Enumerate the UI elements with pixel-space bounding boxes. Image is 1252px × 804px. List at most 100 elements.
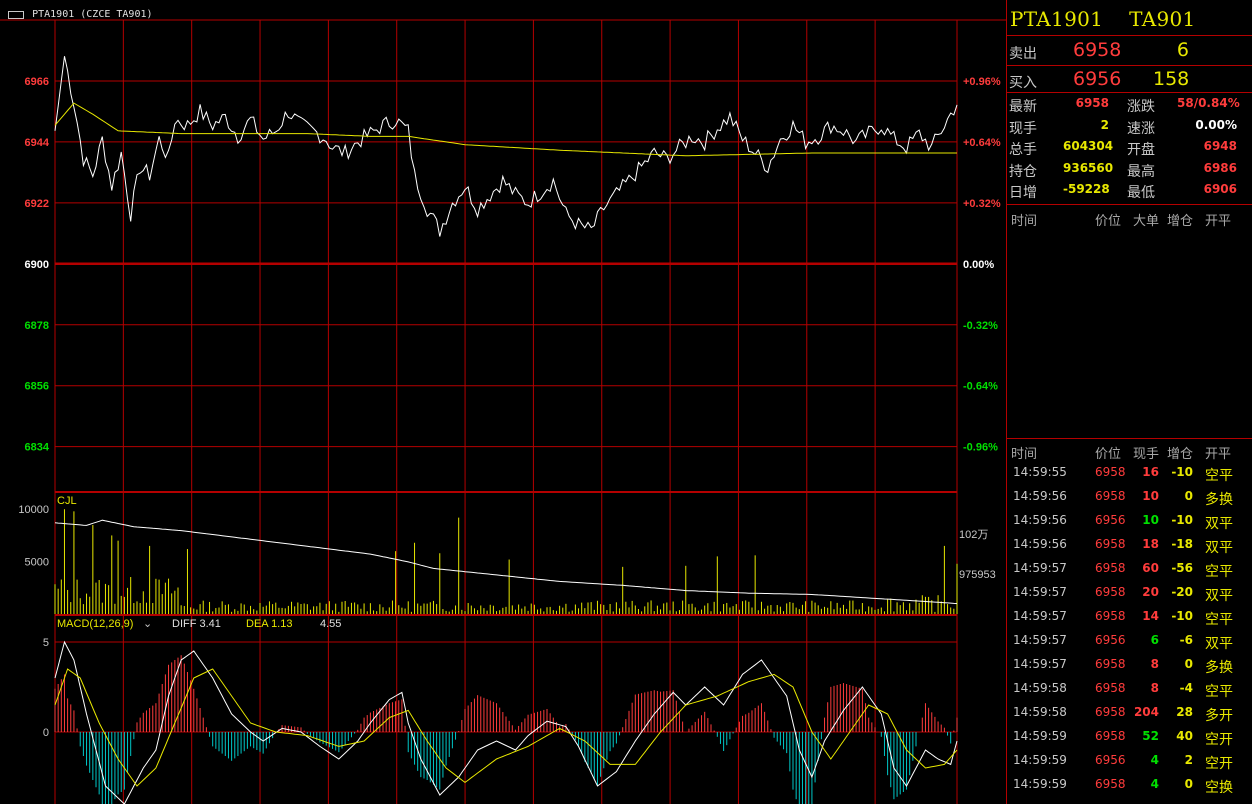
tick-price: 6956: [1095, 513, 1126, 527]
tick-price: 6958: [1095, 609, 1126, 623]
tick-oi-change: -10: [1171, 513, 1193, 527]
tick-volume: 60: [1142, 561, 1159, 575]
stat-label: 开盘: [1127, 142, 1155, 158]
tick-type: 空平: [1205, 468, 1233, 484]
ask-volume: 6: [1176, 39, 1189, 61]
tick-time: 14:59:57: [1013, 561, 1067, 575]
column-header: 大单: [1133, 214, 1160, 229]
tick-volume: 10: [1142, 513, 1159, 527]
tick-row: 14:59:56 6958 10 0 多换: [1007, 485, 1252, 509]
tick-oi-change: -20: [1171, 585, 1193, 599]
stat-label: 日增: [1009, 185, 1037, 201]
tick-oi-change: 28: [1176, 705, 1193, 719]
column-header: 价位: [1095, 447, 1122, 462]
tick-price: 6958: [1095, 489, 1126, 503]
tick-time: 14:59:55: [1013, 465, 1067, 479]
bid-price: 6956: [1073, 68, 1122, 90]
tick-volume: 52: [1142, 729, 1159, 743]
oi-max-label: 102万: [959, 529, 988, 541]
tick-oi-change: -4: [1179, 681, 1193, 695]
tick-type: 双平: [1205, 636, 1233, 652]
ask-price: 6958: [1073, 39, 1122, 61]
tick-oi-change: -10: [1171, 609, 1193, 623]
tick-row: 14:59:57 6958 60 -56 空平: [1007, 557, 1252, 581]
tick-volume: 8: [1150, 657, 1159, 671]
tick-header: 时间 价位 现手 增仓 开平: [1007, 443, 1252, 462]
tick-time: 14:59:57: [1013, 657, 1067, 671]
percent-tick-label: -0.96%: [963, 442, 998, 454]
tick-volume: 4: [1150, 777, 1159, 791]
column-header: 现手: [1133, 447, 1160, 462]
quote-title: PTA1901 TA901: [1010, 7, 1196, 31]
chart-window-icon[interactable]: [8, 10, 24, 19]
tick-price: 6958: [1095, 705, 1126, 719]
tick-oi-change: -6: [1179, 633, 1193, 647]
price-tick-label: 6922: [25, 198, 49, 210]
tick-price: 6958: [1095, 729, 1126, 743]
tick-type: 双平: [1205, 516, 1233, 532]
macd-tick-label: 5: [43, 637, 49, 649]
quote-code2: TA901: [1129, 7, 1196, 31]
tick-price: 6958: [1095, 777, 1126, 791]
price-tick-label: 6834: [25, 442, 50, 454]
column-header: 价位: [1095, 214, 1122, 229]
price-tick-label: 6944: [25, 137, 50, 149]
average-price-line: [54, 102, 957, 157]
stat-label: 总手: [1009, 142, 1037, 158]
column-header: 增仓: [1167, 447, 1194, 462]
tick-row: 14:59:58 6958 8 -4 空平: [1007, 677, 1252, 701]
tick-row: 14:59:58 6958 204 28 多开: [1007, 701, 1252, 725]
stat-label: 最高: [1127, 163, 1155, 180]
tick-volume: 18: [1142, 537, 1159, 551]
tick-oi-change: 0: [1184, 489, 1193, 503]
column-header: 增仓: [1167, 214, 1194, 229]
tick-list[interactable]: 14:59:55 6958 16 -10 空平 14:59:56 6958 10 0 多换 14:5…: [1007, 461, 1252, 804]
tick-price: 6956: [1095, 633, 1126, 647]
chart-title: PTA1901 (CZCE TA901): [32, 9, 153, 20]
column-header: 时间: [1011, 214, 1038, 229]
tick-price: 6958: [1095, 561, 1126, 575]
stat-label: 速涨: [1127, 120, 1155, 137]
tick-type: 空开: [1205, 756, 1233, 772]
tick-time: 14:59:56: [1013, 489, 1067, 503]
diff-label: DIFF 3.41: [172, 618, 221, 630]
percent-tick-label: +0.32%: [963, 198, 1001, 210]
chart-header: PTA1901 (CZCE TA901): [8, 4, 153, 20]
percent-tick-label: +0.64%: [963, 137, 1001, 149]
ask-row[interactable]: 卖出 6958 6: [1007, 37, 1252, 65]
tick-row: 14:59:57 6958 8 0 多换: [1007, 653, 1252, 677]
column-header: 开平: [1205, 447, 1232, 462]
tick-time: 14:59:59: [1013, 753, 1067, 767]
column-header: 开平: [1205, 214, 1232, 229]
macd-value-label: 4.55: [320, 618, 341, 630]
tick-row: 14:59:56 6956 10 -10 双平: [1007, 509, 1252, 533]
tick-price: 6958: [1095, 657, 1126, 671]
bid-row[interactable]: 买入 6956 158: [1007, 66, 1252, 94]
tick-time: 14:59:57: [1013, 633, 1067, 647]
tick-volume: 14: [1142, 609, 1159, 623]
tick-row: 14:59:59 6956 4 2 空开: [1007, 749, 1252, 773]
tick-type: 空换: [1205, 780, 1233, 796]
macd-label: MACD(12,26,9): [57, 618, 133, 630]
tick-type: 多换: [1205, 660, 1233, 676]
tick-row: 14:59:55 6958 16 -10 空平: [1007, 461, 1252, 485]
stat-value: -59228: [1063, 182, 1110, 196]
tick-time: 14:59:57: [1013, 609, 1067, 623]
stat-label: 涨跌: [1127, 99, 1155, 115]
bigorder-list[interactable]: [1007, 230, 1252, 436]
quote-code1: PTA1901: [1010, 7, 1104, 31]
tick-time: 14:59:57: [1013, 585, 1067, 599]
open-interest-line: [54, 519, 958, 605]
tick-volume: 6: [1150, 633, 1159, 647]
price-tick-label: 6856: [25, 381, 49, 393]
tick-time: 14:59:56: [1013, 513, 1067, 527]
tick-row: 14:59:57 6956 6 -6 双平: [1007, 629, 1252, 653]
tick-type: 多开: [1205, 708, 1233, 724]
stat-value: 6948: [1203, 139, 1237, 153]
tick-volume: 4: [1150, 753, 1159, 767]
stat-value: 58/0.84%: [1177, 96, 1240, 110]
stat-value: 6986: [1203, 160, 1237, 175]
tick-oi-change: 2: [1184, 753, 1193, 767]
price-tick-label: 6878: [25, 320, 49, 332]
stat-value: 2: [1100, 117, 1109, 132]
